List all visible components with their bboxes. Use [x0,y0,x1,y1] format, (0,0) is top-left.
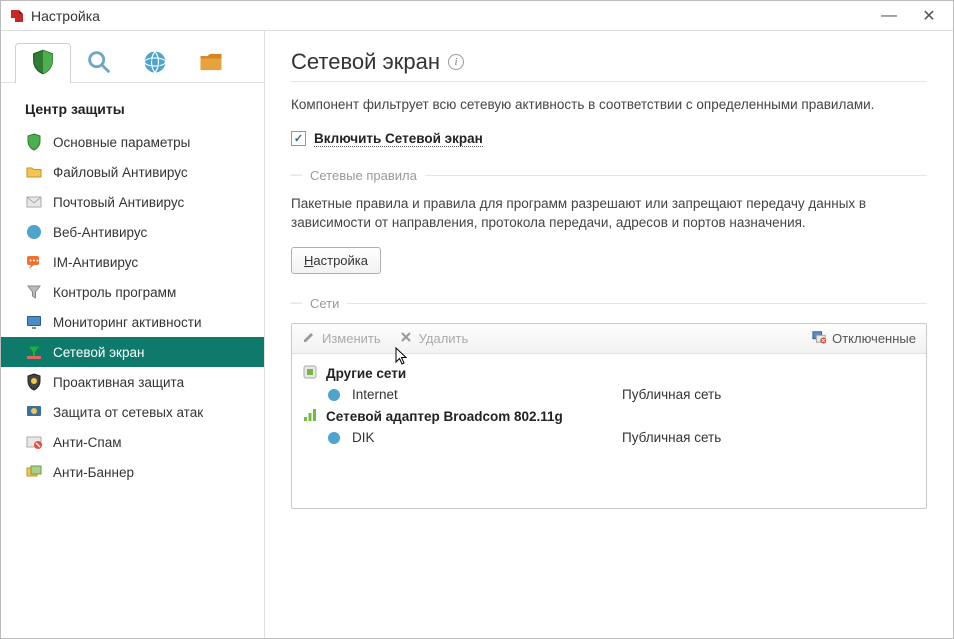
network-type: Публичная сеть [622,430,721,445]
magnifier-icon [85,48,113,79]
globe-small-icon [326,387,342,403]
sidebar-item-anti-banner[interactable]: Анти-Баннер [1,457,264,487]
divider [347,303,927,304]
network-row[interactable]: Internet Публичная сеть [302,385,916,405]
sidebar-item-label: Мониторинг активности [53,315,202,330]
sidebar-section-title: Центр защиты [1,83,264,127]
window-title: Настройка [31,8,869,24]
chat-icon [25,253,43,271]
tab-protection[interactable] [15,43,71,83]
enable-firewall-label: Включить Сетевой экран [314,131,483,146]
network-group-title: Сетевой адаптер Broadcom 802.11g [326,409,563,424]
badge-icon [25,373,43,391]
networks-list: Другие сети Internet Публичная сеть Сете… [292,354,926,508]
funnel-icon [25,283,43,301]
rules-section-label-text: Сетевые правила [310,168,417,183]
sidebar-item-label: Анти-Баннер [53,465,134,480]
shield-icon [29,48,57,79]
divider [425,175,927,176]
divider [291,81,927,82]
spam-icon [25,433,43,451]
sidebar-item-im-antivirus[interactable]: IM-Антивирус [1,247,264,277]
networks-box: Изменить Удалить Отключенные [291,323,927,509]
tab-scan[interactable] [71,43,127,83]
banner-icon [25,463,43,481]
component-description: Компонент фильтрует всю сетевую активнос… [291,96,927,115]
sidebar-item-web-antivirus[interactable]: Веб-Антивирус [1,217,264,247]
sidebar-item-network-attack[interactable]: Защита от сетевых атак [1,397,264,427]
network-type: Публичная сеть [622,387,721,402]
firewall-icon [25,343,43,361]
sidebar-item-mail-antivirus[interactable]: Почтовый Антивирус [1,187,264,217]
globe-small-icon [25,223,43,241]
sidebar-item-label: IM-Антивирус [53,255,138,270]
page-title-text: Сетевой экран [291,49,440,75]
globe-icon [141,48,169,79]
globe-small-icon [326,430,342,446]
configure-rules-button[interactable]: Настройка [291,247,381,274]
enable-firewall-checkbox[interactable]: ✓ [291,131,306,146]
sidebar-item-label: Анти-Спам [53,435,122,450]
sidebar-item-general[interactable]: Основные параметры [1,127,264,157]
minimize-button[interactable]: — [869,4,909,28]
folder-small-icon [25,163,43,181]
sidebar-item-label: Почтовый Антивирус [53,195,184,210]
sidebar: Центр защиты Основные параметры Файловый… [1,31,265,638]
sidebar-item-app-control[interactable]: Контроль программ [1,277,264,307]
network-name: Internet [352,387,612,402]
sidebar-item-label: Защита от сетевых атак [53,405,203,420]
disconnected-networks-button[interactable]: Отключенные [812,330,916,347]
sidebar-item-label: Проактивная защита [53,375,184,390]
delete-label: Удалить [419,331,469,346]
shield-small-icon [25,133,43,151]
disconnected-icon [812,330,826,347]
sidebar-item-activity-monitor[interactable]: Мониторинг активности [1,307,264,337]
delete-icon [399,330,413,347]
network-name: DIK [352,430,612,445]
sidebar-item-label: Веб-Антивирус [53,225,147,240]
edit-network-button[interactable]: Изменить [302,330,381,347]
network-group[interactable]: Сетевой адаптер Broadcom 802.11g [302,405,916,428]
network-group[interactable]: Другие сети [302,362,916,385]
delete-network-button[interactable]: Удалить [399,330,469,347]
network-shield-icon [25,403,43,421]
pencil-icon [302,330,316,347]
page-title: Сетевой экран i [291,49,927,75]
networks-section-label: Сети [291,296,927,311]
titlebar: Настройка — ✕ [1,1,953,31]
sidebar-nav: Основные параметры Файловый Антивирус По… [1,127,264,487]
info-icon[interactable]: i [448,54,464,70]
sidebar-item-firewall[interactable]: Сетевой экран [1,337,264,367]
monitor-icon [25,313,43,331]
sidebar-item-anti-spam[interactable]: Анти-Спам [1,427,264,457]
sidebar-tabstrip [1,31,264,83]
networks-section-label-text: Сети [310,296,339,311]
disconnected-label: Отключенные [832,331,916,346]
networks-toolbar: Изменить Удалить Отключенные [292,324,926,354]
tab-additional[interactable] [183,43,239,83]
sidebar-item-file-antivirus[interactable]: Файловый Антивирус [1,157,264,187]
enable-firewall-row[interactable]: ✓ Включить Сетевой экран [291,131,927,146]
folder-icon [197,48,225,79]
sidebar-item-proactive[interactable]: Проактивная защита [1,367,264,397]
rules-section-text: Пакетные правила и правила для программ … [291,195,927,233]
tab-update[interactable] [127,43,183,83]
close-button[interactable]: ✕ [909,4,949,28]
app-logo-icon [9,8,25,24]
sidebar-item-label: Сетевой экран [53,345,144,360]
sidebar-item-label: Основные параметры [53,135,190,150]
rules-section-label: Сетевые правила [291,168,927,183]
sidebar-item-label: Файловый Антивирус [53,165,188,180]
network-group-title: Другие сети [326,366,406,381]
envelope-icon [25,193,43,211]
signal-bars-icon [302,407,318,426]
network-group-icon [302,364,318,383]
sidebar-item-label: Контроль программ [53,285,176,300]
main-panel: Сетевой экран i Компонент фильтрует всю … [265,31,953,638]
edit-label: Изменить [322,331,381,346]
network-row[interactable]: DIK Публичная сеть [302,428,916,448]
settings-window: Настройка — ✕ [0,0,954,639]
